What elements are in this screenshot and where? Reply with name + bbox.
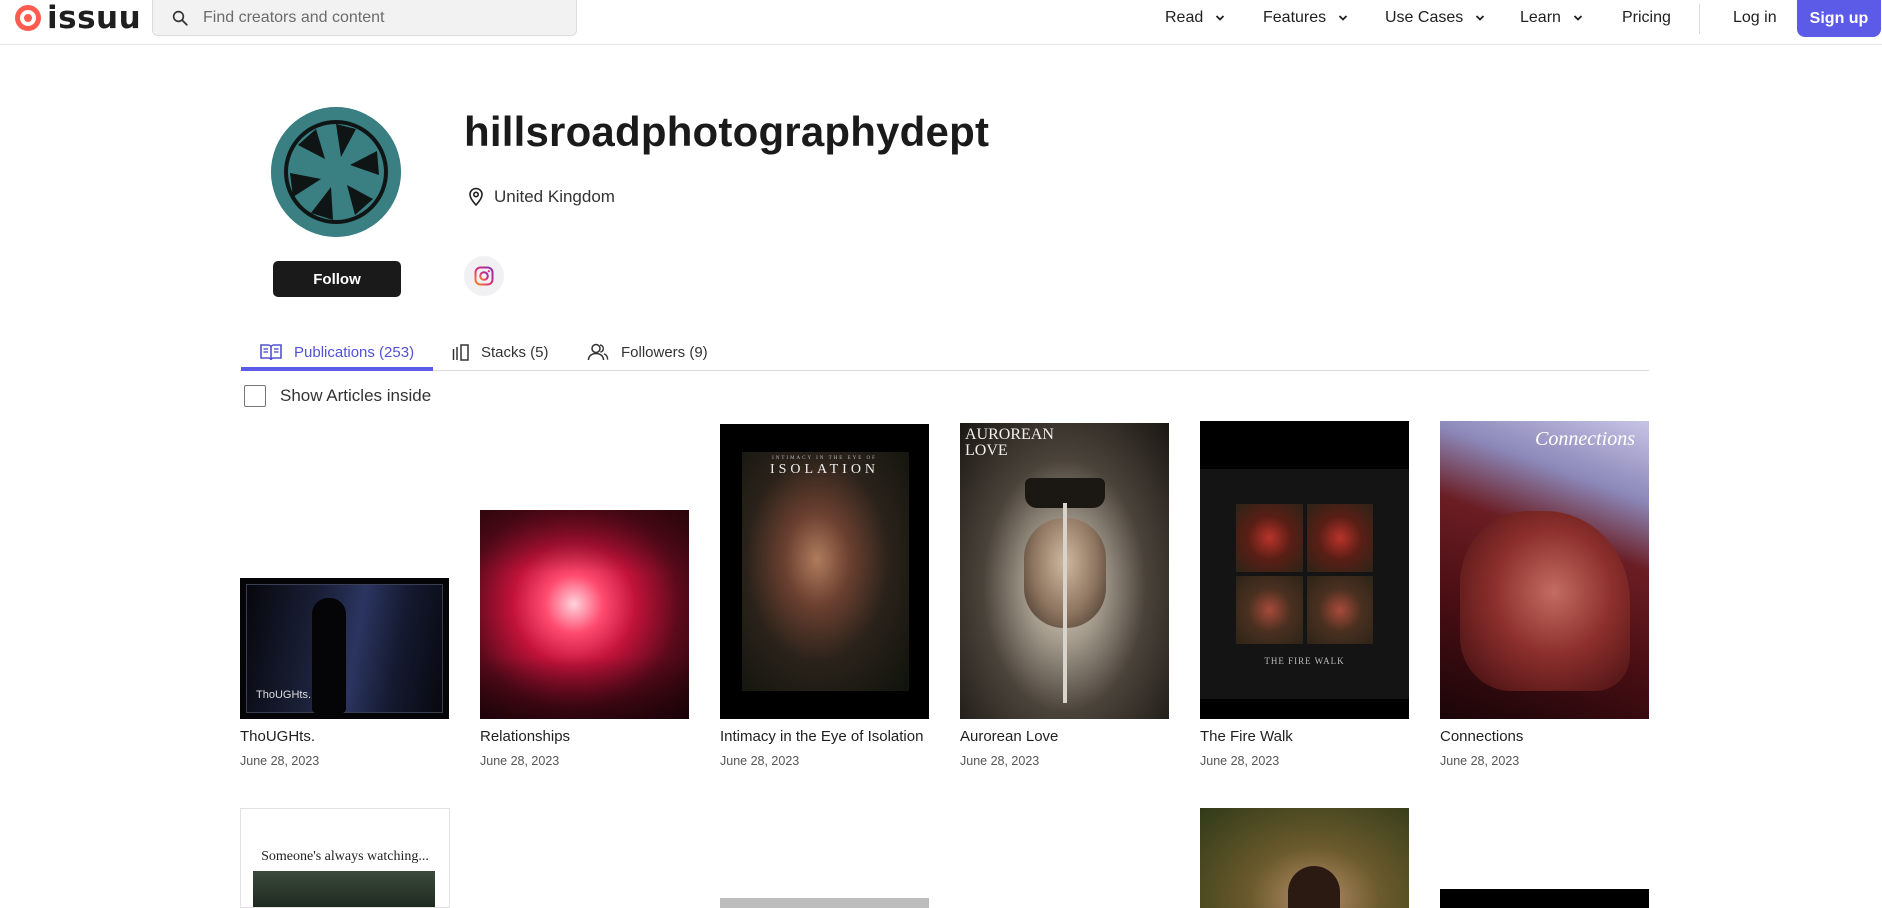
tab-stacks-label: Stacks (5) [481, 343, 549, 361]
publication-cover[interactable]: Someone's always watching... [240, 808, 450, 908]
cover-text: THE FIRE WALK [1264, 656, 1345, 666]
profile-location: United Kingdom [467, 186, 615, 208]
location-pin-icon [469, 187, 483, 207]
location-text: United Kingdom [494, 187, 615, 206]
top-navigation-bar: issuu Read Features Use Cases Learn Pric… [0, 0, 1882, 45]
publication-cover[interactable]: AUROREAN LOVE [960, 423, 1169, 719]
show-articles-checkbox[interactable] [244, 385, 266, 407]
nav-use-cases-label: Use Cases [1385, 9, 1464, 26]
search-bar[interactable] [152, 0, 577, 36]
nav-pricing[interactable]: Pricing [1622, 0, 1671, 36]
publication-cover[interactable]: Connections [1440, 421, 1649, 719]
signup-button[interactable]: Sign up [1797, 0, 1881, 37]
cover-image [480, 510, 689, 719]
login-label: Log in [1733, 9, 1777, 26]
nav-read-label: Read [1165, 9, 1204, 26]
cover-image [253, 871, 435, 907]
avatar [271, 107, 401, 237]
tab-followers-label: Followers (9) [621, 343, 708, 361]
issuu-logo-icon [15, 5, 41, 31]
follow-button[interactable]: Follow [273, 261, 401, 297]
publication-title[interactable]: Connections [1440, 728, 1523, 745]
publication-title[interactable]: Intimacy in the Eye of Isolation [720, 728, 923, 745]
publication-cover[interactable] [480, 510, 689, 719]
publication-cover[interactable]: INTIMACY IN THE EYE OF ISOLATION [720, 424, 929, 719]
search-input[interactable] [203, 8, 543, 27]
camera-aperture-icon [271, 107, 401, 237]
nav-use-cases[interactable]: Use Cases [1385, 0, 1485, 36]
cover-image [742, 452, 909, 691]
cover-sword [1063, 503, 1067, 703]
publication-date: June 28, 2023 [240, 754, 320, 768]
instagram-link[interactable] [464, 256, 504, 296]
publication-cover[interactable]: THE FIRE WALK [1200, 421, 1409, 719]
publication-cover[interactable]: ThoUGHts. [240, 578, 449, 719]
show-articles-filter[interactable]: Show Articles inside [244, 385, 431, 407]
stacks-icon [452, 343, 469, 361]
issuu-logo[interactable]: issuu [15, 0, 142, 36]
cover-subtitle: INTIMACY IN THE EYE OF [772, 456, 877, 461]
login-link[interactable]: Log in [1733, 0, 1777, 36]
show-articles-label: Show Articles inside [280, 386, 432, 405]
users-icon [587, 343, 609, 361]
tab-publications-label: Publications (253) [294, 343, 415, 361]
nav-features[interactable]: Features [1263, 0, 1348, 36]
nav-features-label: Features [1263, 9, 1327, 26]
publication-title[interactable]: ThoUGHts. [240, 728, 315, 745]
publication-date: June 28, 2023 [480, 754, 560, 768]
tab-publications[interactable]: Publications (253) [260, 333, 414, 371]
active-tab-indicator [241, 367, 433, 371]
cover-text: Connections [1535, 428, 1635, 450]
publication-title[interactable]: Aurorean Love [960, 728, 1058, 745]
cover-text: AUROREAN LOVE [965, 426, 1054, 459]
publication-date: June 28, 2023 [1440, 754, 1520, 768]
nav-divider [1699, 4, 1700, 34]
chevron-down-icon [1573, 15, 1583, 21]
cover-image [1460, 511, 1630, 691]
publication-date: June 28, 2023 [720, 754, 800, 768]
publication-cover[interactable] [1200, 808, 1409, 908]
publication-cover[interactable] [720, 898, 929, 908]
publication-title[interactable]: The Fire Walk [1200, 728, 1293, 745]
publication-date: June 28, 2023 [1200, 754, 1280, 768]
cover-image [1288, 866, 1340, 908]
nav-pricing-label: Pricing [1622, 9, 1671, 26]
book-icon [260, 344, 282, 361]
tab-followers[interactable]: Followers (9) [587, 333, 708, 371]
cover-text: Someone's always watching... [261, 849, 429, 864]
cover-text: ThoUGHts. [256, 689, 312, 701]
cover-photo-grid [1236, 504, 1373, 644]
chevron-down-icon [1476, 15, 1485, 21]
profile-name: hillsroadphotographydept [464, 108, 990, 155]
cover-figure [312, 598, 346, 713]
nav-learn-label: Learn [1520, 9, 1561, 26]
chevron-down-icon [1339, 15, 1348, 21]
publication-title[interactable]: Relationships [480, 728, 570, 745]
search-icon [172, 10, 188, 26]
nav-learn[interactable]: Learn [1520, 0, 1583, 36]
logo-text: issuu [47, 0, 142, 36]
instagram-icon [474, 266, 494, 286]
publication-cover[interactable] [1440, 889, 1649, 908]
chevron-down-icon [1216, 15, 1225, 21]
tab-stacks[interactable]: Stacks (5) [452, 333, 549, 371]
publication-date: June 28, 2023 [960, 754, 1040, 768]
nav-read[interactable]: Read [1165, 0, 1225, 36]
cover-text: ISOLATION [769, 462, 880, 477]
